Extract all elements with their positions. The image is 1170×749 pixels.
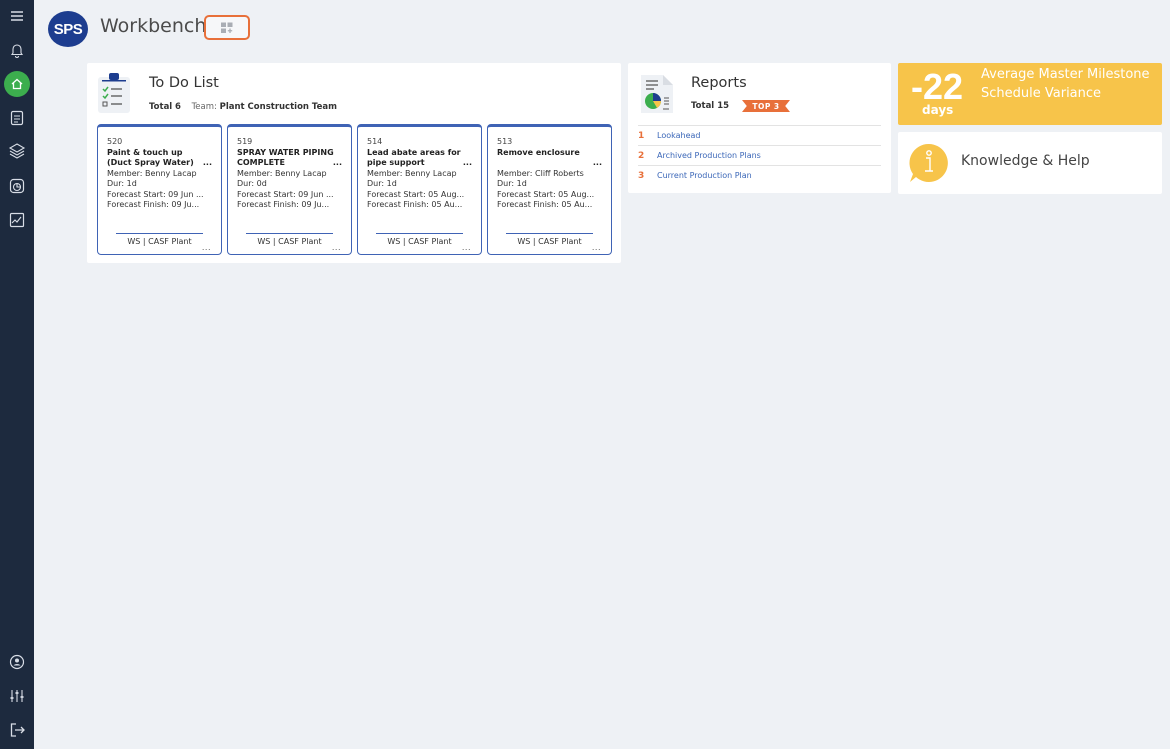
knowledge-help-card[interactable]: Knowledge & Help [898, 132, 1162, 194]
task-duration: Dur: 1d [107, 179, 137, 188]
task-forecast-start: Forecast Start: 05 Aug... [367, 189, 465, 199]
task-id: 514 [367, 137, 383, 146]
sidebar [0, 0, 34, 749]
report-item[interactable]: 3 Current Production Plan [638, 165, 881, 185]
report-link[interactable]: Archived Production Plans [657, 151, 761, 160]
report-rank: 3 [638, 170, 645, 181]
task-forecast-finish: Forecast Finish: 05 Au... [367, 200, 463, 209]
layers-icon[interactable] [7, 141, 27, 161]
page-title: Workbench [100, 15, 207, 37]
task-name: SPRAY WATER PIPING COMPLETE... [237, 147, 342, 168]
task-forecast-start: Forecast Start: 09 Jun ... [107, 189, 204, 199]
task-name: Lead abate areas for pipe support... [367, 147, 472, 168]
todo-team-label: Team: [191, 102, 217, 112]
bell-icon[interactable] [7, 40, 27, 60]
task-name: Remove enclosure... [497, 147, 602, 168]
schedule-variance-card[interactable]: -22 days Average Master Milestone Schedu… [898, 63, 1162, 125]
todo-title: To Do List [149, 75, 219, 91]
app-logo[interactable]: SPS [48, 11, 88, 47]
report-rank: 2 [638, 150, 645, 161]
task-card[interactable]: 513 Remove enclosure... Member: Cliff Ro… [487, 124, 612, 255]
report-document-icon [638, 73, 678, 115]
top3-badge: TOP 3 [742, 100, 790, 112]
menu-icon[interactable] [7, 6, 27, 26]
task-more-button[interactable]: ... [462, 243, 471, 254]
task-member: Member: Benny Lacap [367, 168, 457, 178]
document-icon[interactable] [7, 108, 27, 128]
report-item[interactable]: 2 Archived Production Plans [638, 145, 881, 165]
home-icon[interactable] [4, 71, 30, 97]
task-forecast-finish: Forecast Finish: 05 Au... [497, 200, 593, 209]
add-widget-icon [221, 22, 233, 33]
todo-total-label: Total [149, 102, 173, 112]
task-id: 513 [497, 137, 513, 146]
task-divider [376, 233, 463, 234]
task-duration: Dur: 1d [367, 179, 397, 188]
reports-card: Reports Total 15 TOP 3 1 Lookahead 2 Arc… [628, 63, 891, 193]
info-bubble-icon [908, 142, 950, 184]
logout-icon[interactable] [7, 720, 27, 740]
knowledge-title: Knowledge & Help [961, 153, 1090, 169]
variance-unit: days [922, 103, 954, 117]
clipboard-checklist-icon [97, 73, 131, 113]
task-more-button[interactable]: ... [592, 243, 601, 254]
task-list: 520 Paint & touch up (Duct Spray Water).… [97, 124, 612, 255]
variance-value: -22 [911, 66, 964, 107]
reports-title: Reports [691, 75, 747, 91]
user-icon[interactable] [7, 652, 27, 672]
task-forecast-start: Forecast Start: 05 Aug... [497, 189, 595, 199]
report-list: 1 Lookahead 2 Archived Production Plans … [638, 125, 881, 185]
report-link[interactable]: Lookahead [657, 131, 700, 140]
task-divider [116, 233, 203, 234]
task-forecast-finish: Forecast Finish: 09 Ju... [237, 200, 330, 209]
task-divider [246, 233, 333, 234]
report-rank: 1 [638, 130, 645, 141]
report-item[interactable]: 1 Lookahead [638, 125, 881, 145]
todo-meta: Total 6 Team: Plant Construction Team [149, 102, 337, 112]
task-card[interactable]: 514 Lead abate areas for pipe support...… [357, 124, 482, 255]
task-member: Member: Cliff Roberts [497, 168, 584, 178]
report-link[interactable]: Current Production Plan [657, 171, 752, 180]
todo-total: 6 [174, 102, 181, 112]
task-forecast-finish: Forecast Finish: 09 Ju... [107, 200, 200, 209]
task-forecast-start: Forecast Start: 09 Jun ... [237, 189, 334, 199]
reports-total: Total 15 [691, 101, 730, 111]
task-member: Member: Benny Lacap [107, 168, 197, 178]
todo-card: To Do List Total 6 Team: Plant Construct… [87, 63, 621, 263]
add-widget-button[interactable] [204, 15, 250, 40]
task-divider [506, 233, 593, 234]
task-more-button[interactable]: ... [332, 243, 341, 254]
task-member: Member: Benny Lacap [237, 168, 327, 178]
todo-team: Plant Construction Team [219, 102, 337, 112]
task-duration: Dur: 1d [497, 179, 527, 188]
sliders-icon[interactable] [7, 686, 27, 706]
report-icon[interactable] [7, 176, 27, 196]
task-name: Paint & touch up (Duct Spray Water)... [107, 147, 212, 168]
chart-icon[interactable] [7, 210, 27, 230]
task-duration: Dur: 0d [237, 179, 267, 188]
task-id: 519 [237, 137, 253, 146]
task-id: 520 [107, 137, 123, 146]
task-card[interactable]: 520 Paint & touch up (Duct Spray Water).… [97, 124, 222, 255]
variance-label: Average Master Milestone Schedule Varian… [981, 67, 1150, 101]
task-card[interactable]: 519 SPRAY WATER PIPING COMPLETE... Membe… [227, 124, 352, 255]
task-more-button[interactable]: ... [202, 243, 211, 254]
